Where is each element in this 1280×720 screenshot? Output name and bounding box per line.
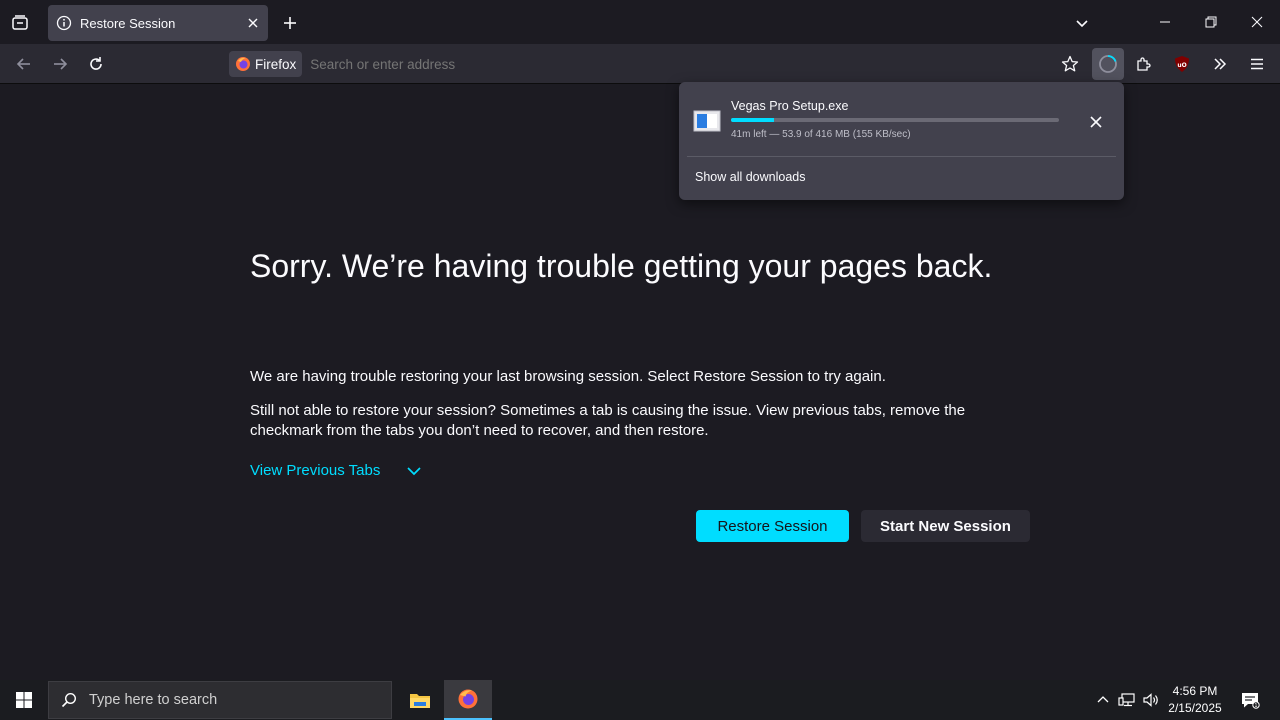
- view-previous-tabs-toggle[interactable]: View Previous Tabs: [250, 462, 422, 479]
- bookmark-star-icon[interactable]: [1054, 48, 1086, 80]
- tab-title: Restore Session: [80, 15, 176, 31]
- downloads-button[interactable]: [1092, 48, 1124, 80]
- list-all-tabs-chevron-icon[interactable]: [1070, 11, 1094, 35]
- show-all-downloads-link[interactable]: Show all downloads: [695, 170, 806, 184]
- description-paragraph-2: Still not able to restore your session? …: [250, 402, 966, 439]
- firefox-logo-icon: [235, 56, 251, 72]
- forward-button[interactable]: [44, 48, 76, 80]
- clock-date: 2/15/2025: [1168, 701, 1222, 715]
- svg-text:1: 1: [1254, 703, 1257, 709]
- start-new-session-button[interactable]: Start New Session: [861, 510, 1030, 542]
- cancel-download-icon[interactable]: [1083, 109, 1109, 135]
- view-previous-tabs-label: View Previous Tabs: [250, 462, 381, 479]
- identity-label: Firefox: [255, 56, 297, 72]
- reload-button[interactable]: [80, 48, 112, 80]
- download-status-text: 41m left — 53.9 of 416 MB (155 KB/sec): [731, 129, 911, 140]
- firefox-taskbar-icon[interactable]: [444, 680, 492, 720]
- file-explorer-icon[interactable]: [396, 680, 444, 720]
- panel-separator: [687, 156, 1116, 157]
- back-button[interactable]: [8, 48, 40, 80]
- download-progress-bar: [731, 118, 1059, 122]
- system-clock[interactable]: 4:56 PM 2/15/2025: [1162, 683, 1228, 717]
- network-icon[interactable]: [1116, 680, 1138, 720]
- minimize-button[interactable]: [1142, 0, 1188, 44]
- volume-icon[interactable]: [1140, 680, 1162, 720]
- navigation-toolbar: Firefox uO: [0, 44, 1280, 84]
- identity-box[interactable]: Firefox: [229, 51, 303, 77]
- extensions-puzzle-icon[interactable]: [1128, 48, 1160, 80]
- downloads-panel: Vegas Pro Setup.exe 41m left — 53.9 of 4…: [679, 82, 1124, 200]
- restore-session-button[interactable]: Restore Session: [696, 510, 849, 542]
- search-icon: [61, 692, 77, 708]
- clock-time: 4:56 PM: [1172, 684, 1218, 698]
- windows-start-icon[interactable]: [0, 680, 48, 720]
- info-icon: [56, 15, 72, 31]
- tab-strip: Restore Session: [0, 0, 1280, 44]
- restore-window-button[interactable]: [1188, 0, 1234, 44]
- ublock-origin-icon[interactable]: uO: [1166, 48, 1198, 80]
- tray-overflow-chevron-icon[interactable]: [1094, 680, 1112, 720]
- page-title: Sorry. We’re having trouble getting your…: [250, 248, 993, 284]
- notification-center-icon[interactable]: 1: [1236, 680, 1264, 720]
- taskbar-search-placeholder: Type here to search: [89, 692, 218, 708]
- taskbar-search-box[interactable]: Type here to search: [48, 681, 392, 719]
- hamburger-menu-icon[interactable]: [1241, 48, 1273, 80]
- url-bar[interactable]: Firefox: [229, 49, 1089, 79]
- close-tab-icon[interactable]: [246, 16, 260, 30]
- close-window-button[interactable]: [1234, 0, 1280, 44]
- download-file-name[interactable]: Vegas Pro Setup.exe: [731, 99, 848, 113]
- download-progress-fill: [731, 118, 774, 122]
- firefox-view-icon[interactable]: [8, 11, 32, 35]
- windows-taskbar: Type here to search 4:56 PM 2/15/2025 1: [0, 680, 1280, 720]
- installer-file-icon: [693, 109, 721, 138]
- svg-text:uO: uO: [1177, 62, 1186, 69]
- new-tab-icon[interactable]: [278, 11, 302, 35]
- address-input[interactable]: [310, 56, 1011, 72]
- chevron-down-icon: [406, 463, 422, 479]
- overflow-chevrons-icon[interactable]: [1204, 48, 1236, 80]
- description-paragraph-1: We are having trouble restoring your las…: [250, 368, 886, 385]
- tab-restore-session[interactable]: Restore Session: [48, 5, 268, 41]
